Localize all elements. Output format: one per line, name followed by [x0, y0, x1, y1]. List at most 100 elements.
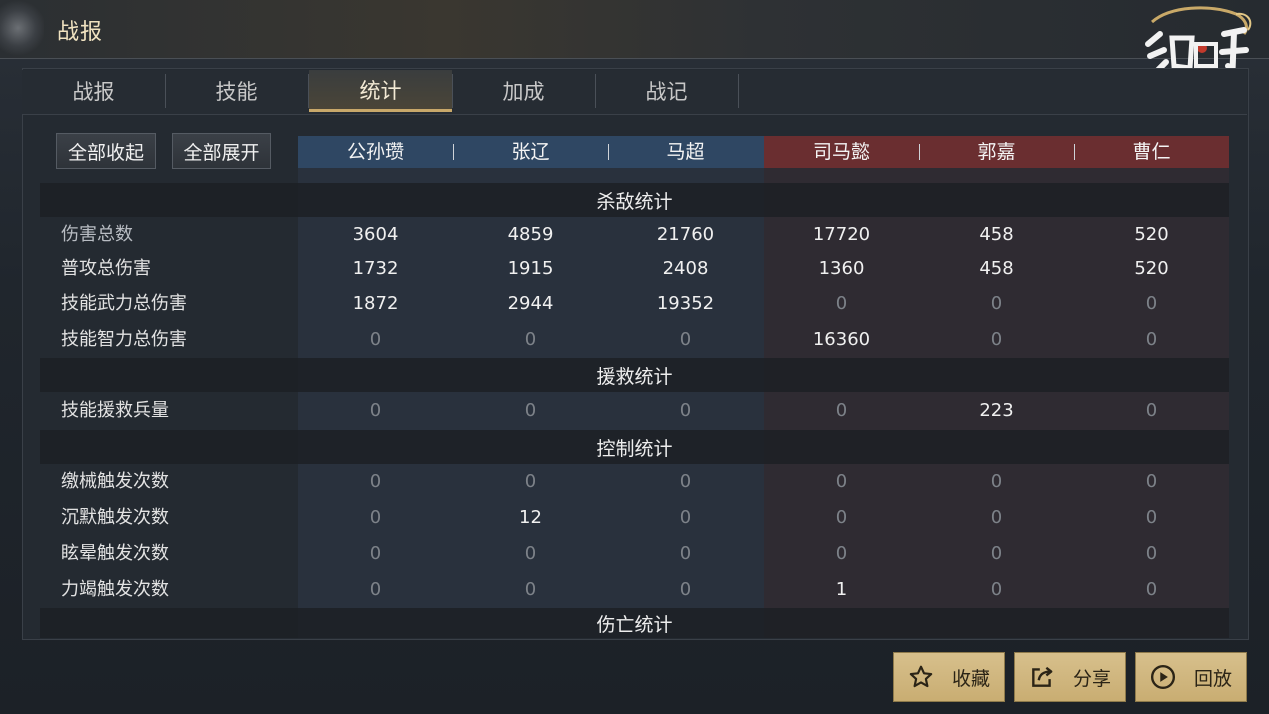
stat-value: 458	[979, 224, 1014, 245]
replay-button[interactable]: 回放	[1135, 652, 1247, 702]
section-rescue-stats: 援救统计	[40, 358, 1229, 392]
row-label: 眩晕触发次数	[61, 543, 169, 564]
ally-hero-name: 马超	[666, 141, 705, 163]
stat-value: 1360	[818, 258, 865, 279]
stat-value: 1732	[352, 258, 399, 279]
tab-divider	[738, 74, 739, 108]
stat-value: 0	[369, 507, 382, 528]
stat-value: 0	[1145, 579, 1158, 600]
stat-value: 0	[990, 543, 1003, 564]
share-icon	[1032, 666, 1053, 687]
stat-value: 0	[679, 543, 692, 564]
section-casualty-stats: 伤亡统计	[40, 608, 1229, 638]
stat-value: 0	[1145, 329, 1158, 350]
enemy-hero-header: 司马懿 郭嘉 曹仁	[764, 136, 1229, 168]
ally-hero-name: 公孙瓒	[346, 141, 404, 163]
stat-value: 0	[369, 329, 382, 350]
stat-value: 0	[1145, 293, 1158, 314]
row-label: 普攻总伤害	[61, 258, 151, 279]
stat-value: 17720	[812, 224, 871, 245]
enemy-hero-name: 曹仁	[1132, 141, 1171, 163]
table-row: 技能智力总伤害 0 0 0 16360 0 0	[40, 323, 1229, 357]
row-label: 技能智力总伤害	[61, 329, 187, 350]
stat-value: 2408	[662, 258, 709, 279]
section-control-stats: 控制统计	[40, 430, 1229, 464]
stat-value: 458	[979, 258, 1014, 279]
stat-value: 0	[524, 329, 537, 350]
enemy-hero-name: 司马懿	[812, 141, 870, 163]
tab-skills[interactable]: 技能	[165, 70, 308, 112]
tab-bar: 战报 技能 统计 加成 战记	[22, 70, 1247, 115]
table-row: 缴械触发次数 0 0 0 0 0 0	[40, 465, 1229, 499]
share-button[interactable]: 分享	[1014, 652, 1126, 702]
stat-value: 0	[369, 400, 382, 421]
stat-value: 223	[979, 400, 1014, 421]
stat-value: 0	[369, 543, 382, 564]
stat-value: 4859	[507, 224, 554, 245]
stat-value: 0	[835, 507, 848, 528]
stat-value: 16360	[812, 329, 871, 350]
stat-value: 21760	[656, 224, 715, 245]
section-kill-stats: 杀敌统计	[40, 183, 1229, 217]
row-label: 技能武力总伤害	[61, 293, 187, 314]
header-divider	[608, 144, 609, 160]
dragon-ornament-icon	[0, 0, 44, 58]
page-title: 战报	[57, 20, 104, 45]
tab-bonus[interactable]: 加成	[452, 70, 595, 112]
stat-value: 0	[990, 579, 1003, 600]
stat-value: 0	[524, 400, 537, 421]
row-label: 伤害总数	[61, 224, 133, 245]
share-label: 分享	[1073, 667, 1112, 690]
table-row: 技能武力总伤害 1872 2944 19352 0 0 0	[40, 287, 1229, 321]
stat-value: 12	[519, 507, 542, 528]
row-label: 力竭触发次数	[61, 579, 169, 600]
row-label: 缴械触发次数	[61, 471, 169, 492]
stat-value: 2944	[507, 293, 554, 314]
table-row: 眩晕触发次数 0 0 0 0 0 0	[40, 537, 1229, 571]
star-icon	[909, 665, 933, 688]
play-circle-icon	[1150, 664, 1176, 690]
stat-value: 0	[835, 293, 848, 314]
stat-value: 0	[835, 400, 848, 421]
table-row: 沉默触发次数 0 12 0 0 0 0	[40, 501, 1229, 535]
tab-statistics[interactable]: 统计	[309, 70, 452, 112]
stat-value: 0	[1145, 543, 1158, 564]
stat-value: 0	[835, 543, 848, 564]
stat-value: 0	[679, 507, 692, 528]
stat-value: 0	[369, 579, 382, 600]
table-row: 伤害总数 3604 4859 21760 17720 458 520	[40, 218, 1229, 252]
ally-hero-header: 公孙瓒 张辽 马超	[298, 136, 764, 168]
favorite-label: 收藏	[952, 667, 991, 690]
stat-value: 1	[835, 579, 848, 600]
header-divider	[453, 144, 454, 160]
top-bar: 战报	[0, 0, 1269, 59]
ally-hero-name: 张辽	[511, 141, 550, 163]
stat-value: 0	[679, 579, 692, 600]
stat-value: 0	[990, 329, 1003, 350]
header-divider	[919, 144, 920, 160]
collapse-all-button[interactable]: 全部收起	[56, 133, 156, 169]
favorite-button[interactable]: 收藏	[893, 652, 1005, 702]
stat-value: 0	[990, 507, 1003, 528]
stat-value: 0	[1145, 400, 1158, 421]
stat-value: 0	[990, 471, 1003, 492]
stat-value: 520	[1134, 258, 1169, 279]
stat-value: 0	[679, 329, 692, 350]
tab-battle-log[interactable]: 战记	[595, 70, 738, 112]
stat-value: 0	[524, 471, 537, 492]
stat-value: 0	[524, 543, 537, 564]
stat-value: 0	[679, 400, 692, 421]
stat-value: 1915	[507, 258, 554, 279]
table-row: 普攻总伤害 1732 1915 2408 1360 458 520	[40, 252, 1229, 286]
stat-value: 0	[1145, 507, 1158, 528]
stat-value: 520	[1134, 224, 1169, 245]
stat-value: 0	[1145, 471, 1158, 492]
enemy-hero-name: 郭嘉	[977, 141, 1016, 163]
tab-battle-report[interactable]: 战报	[22, 70, 165, 112]
expand-all-button[interactable]: 全部展开	[172, 133, 271, 169]
replay-label: 回放	[1194, 667, 1233, 690]
stat-value: 0	[524, 579, 537, 600]
stat-value: 0	[835, 471, 848, 492]
stat-value: 1872	[352, 293, 399, 314]
stat-value: 0	[369, 471, 382, 492]
